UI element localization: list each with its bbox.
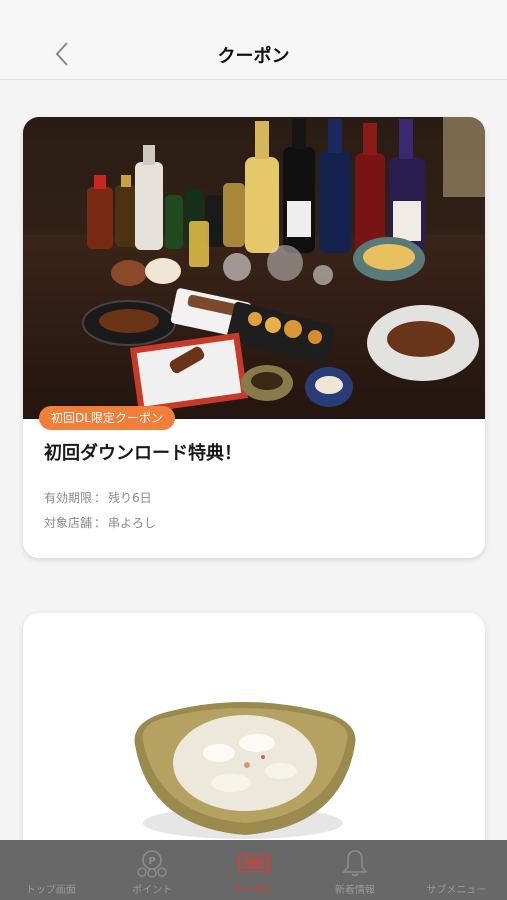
coupon-title: 初回ダウンロード特典！ [44,443,242,464]
svg-text:P: P [148,856,155,867]
coupon-store: 対象店舗：串よろし [44,516,157,530]
points-icon: P [135,848,169,878]
tab-news[interactable]: 新着情報 [304,840,405,900]
store-label: 対象店舗 [44,516,93,530]
tab-label: 新着情報 [334,885,375,896]
tab-points[interactable]: P ポイント [101,840,202,900]
menu-icon [439,848,473,878]
coupon-icon [237,848,271,878]
app-header: クーポン [0,28,507,80]
coupon-card[interactable]: 初回DL限定クーポン 初回ダウンロード特典！ 有効期限：残り6日 対象店舗：串よ… [23,117,485,558]
coupon-badge: 初回DL限定クーポン [39,406,175,430]
tab-label: トップ画面 [25,885,76,896]
tab-label: クーポン [233,885,274,896]
tab-submenu[interactable]: サブメニュー [406,840,507,900]
coupon-list[interactable]: 初回DL限定クーポン 初回ダウンロード特典！ 有効期限：残り6日 対象店舗：串よ… [0,80,507,840]
status-bar [0,0,507,28]
tab-label: ポイント [132,885,173,896]
tab-coupon[interactable]: クーポン [203,840,304,900]
coupon-hero-image [23,613,485,840]
bell-icon [338,848,372,878]
coupon-hero-image [23,117,485,419]
tab-label: サブメニュー [426,885,487,896]
page-title: クーポン [217,46,290,67]
tab-top[interactable]: トップ画面 [0,840,101,900]
expiry-value: 残り6日 [108,491,152,505]
coupon-expiry: 有効期限：残り6日 [44,491,152,505]
bottom-tab-bar: トップ画面 P ポイント クーポン 新着情報 サブメニュー [0,840,507,900]
store-value: 串よろし [108,516,157,530]
expiry-label: 有効期限 [44,491,93,505]
home-icon [34,848,68,878]
coupon-card[interactable] [23,613,485,840]
